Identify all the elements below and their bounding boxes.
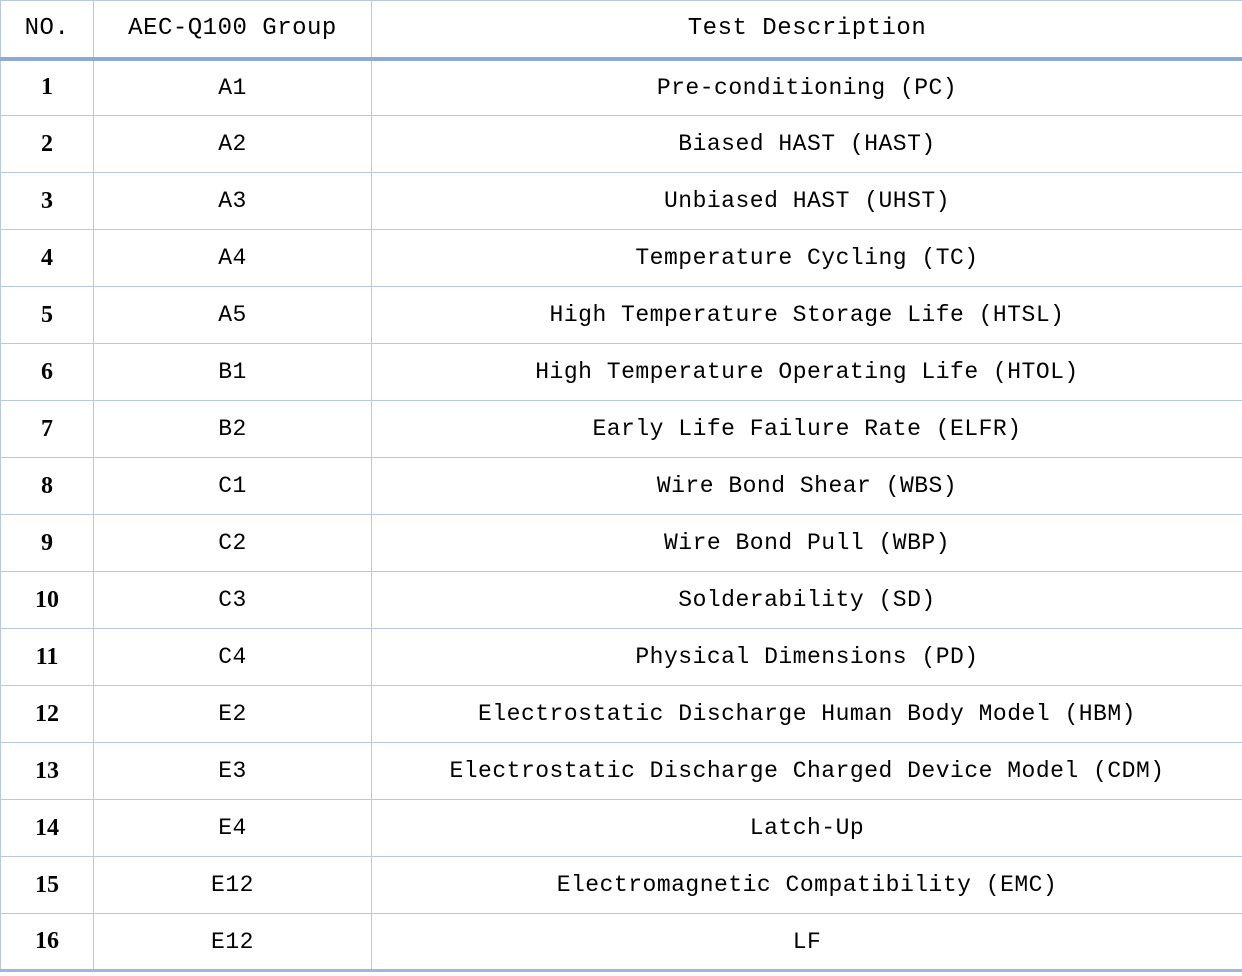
table-row: 14E4Latch-Up: [1, 800, 1242, 857]
cell-no: 5: [1, 287, 94, 344]
document-page: NO. AEC-Q100 Group Test Description 1A1P…: [0, 0, 1242, 976]
table-header: NO. AEC-Q100 Group Test Description: [1, 1, 1242, 59]
table-row: 15E12Electromagnetic Compatibility (EMC): [1, 857, 1242, 914]
cell-description: Electromagnetic Compatibility (EMC): [372, 857, 1242, 914]
cell-description: Pre-conditioning (PC): [372, 59, 1242, 116]
cell-description: Physical Dimensions (PD): [372, 629, 1242, 686]
table-row: 4A4Temperature Cycling (TC): [1, 230, 1242, 287]
cell-group: A1: [94, 59, 372, 116]
table-row: 5A5High Temperature Storage Life (HTSL): [1, 287, 1242, 344]
table-row: 11C4Physical Dimensions (PD): [1, 629, 1242, 686]
cell-no: 9: [1, 515, 94, 572]
cell-no: 10: [1, 572, 94, 629]
cell-no: 4: [1, 230, 94, 287]
cell-no: 11: [1, 629, 94, 686]
cell-description: Solderability (SD): [372, 572, 1242, 629]
table-row: 10C3Solderability (SD): [1, 572, 1242, 629]
cell-group: A3: [94, 173, 372, 230]
column-header-description: Test Description: [372, 1, 1242, 59]
cell-no: 13: [1, 743, 94, 800]
cell-description: Temperature Cycling (TC): [372, 230, 1242, 287]
table-row: 13E3Electrostatic Discharge Charged Devi…: [1, 743, 1242, 800]
cell-description: Biased HAST (HAST): [372, 116, 1242, 173]
cell-description: LF: [372, 914, 1242, 971]
cell-no: 7: [1, 401, 94, 458]
cell-no: 3: [1, 173, 94, 230]
aec-q100-test-table: NO. AEC-Q100 Group Test Description 1A1P…: [0, 0, 1242, 972]
cell-group: A4: [94, 230, 372, 287]
cell-no: 14: [1, 800, 94, 857]
cell-description: Early Life Failure Rate (ELFR): [372, 401, 1242, 458]
cell-no: 2: [1, 116, 94, 173]
cell-group: B1: [94, 344, 372, 401]
cell-no: 1: [1, 59, 94, 116]
cell-no: 8: [1, 458, 94, 515]
table-row: 6B1High Temperature Operating Life (HTOL…: [1, 344, 1242, 401]
column-header-no: NO.: [1, 1, 94, 59]
header-row: NO. AEC-Q100 Group Test Description: [1, 1, 1242, 59]
cell-no: 6: [1, 344, 94, 401]
cell-group: A5: [94, 287, 372, 344]
cell-group: E4: [94, 800, 372, 857]
cell-description: Unbiased HAST (UHST): [372, 173, 1242, 230]
table-body: 1A1Pre-conditioning (PC)2A2Biased HAST (…: [1, 59, 1242, 971]
cell-description: Wire Bond Pull (WBP): [372, 515, 1242, 572]
table-row: 8C1Wire Bond Shear (WBS): [1, 458, 1242, 515]
cell-no: 15: [1, 857, 94, 914]
cell-group: B2: [94, 401, 372, 458]
table-row: 3A3Unbiased HAST (UHST): [1, 173, 1242, 230]
cell-description: Wire Bond Shear (WBS): [372, 458, 1242, 515]
cell-group: C4: [94, 629, 372, 686]
cell-group: C1: [94, 458, 372, 515]
cell-group: E2: [94, 686, 372, 743]
table-row: 7B2Early Life Failure Rate (ELFR): [1, 401, 1242, 458]
table-row: 16E12LF: [1, 914, 1242, 971]
cell-description: Electrostatic Discharge Charged Device M…: [372, 743, 1242, 800]
table-row: 9C2Wire Bond Pull (WBP): [1, 515, 1242, 572]
cell-group: C3: [94, 572, 372, 629]
cell-description: Latch-Up: [372, 800, 1242, 857]
cell-no: 12: [1, 686, 94, 743]
cell-group: E12: [94, 857, 372, 914]
cell-description: High Temperature Storage Life (HTSL): [372, 287, 1242, 344]
table-row: 12E2Electrostatic Discharge Human Body M…: [1, 686, 1242, 743]
cell-no: 16: [1, 914, 94, 971]
table-row: 1A1Pre-conditioning (PC): [1, 59, 1242, 116]
cell-group: E12: [94, 914, 372, 971]
column-header-group: AEC-Q100 Group: [94, 1, 372, 59]
cell-group: C2: [94, 515, 372, 572]
cell-group: E3: [94, 743, 372, 800]
table-row: 2A2Biased HAST (HAST): [1, 116, 1242, 173]
cell-group: A2: [94, 116, 372, 173]
cell-description: Electrostatic Discharge Human Body Model…: [372, 686, 1242, 743]
cell-description: High Temperature Operating Life (HTOL): [372, 344, 1242, 401]
